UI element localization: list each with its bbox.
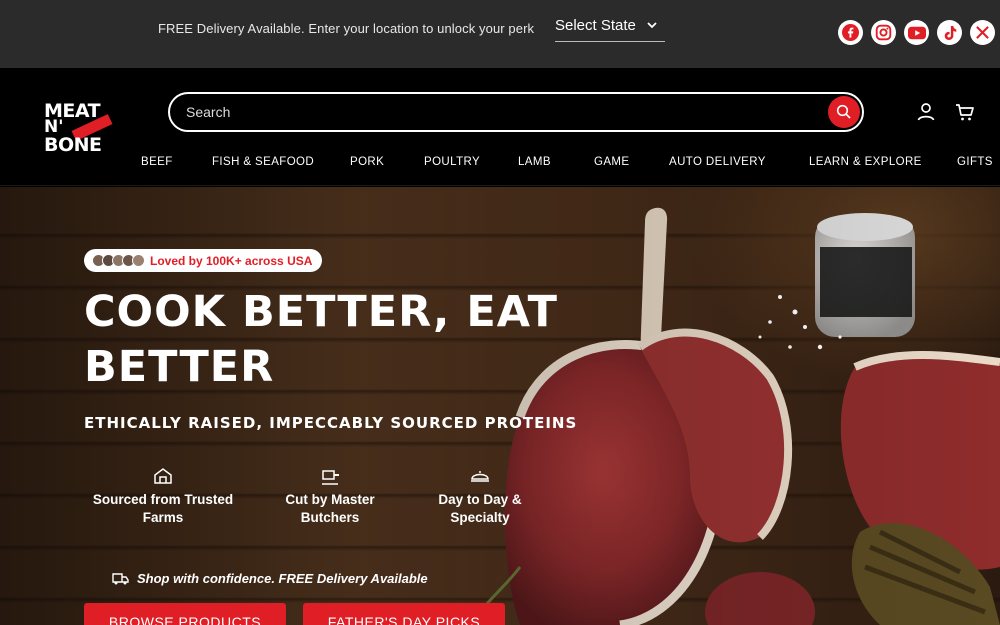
avatar-group xyxy=(92,254,145,267)
feature-butchers: Cut by Master Butchers xyxy=(275,465,385,527)
search-input[interactable] xyxy=(186,102,806,122)
truck-icon xyxy=(112,572,129,584)
nav-item-beef[interactable]: BEEF xyxy=(141,156,173,168)
nav-item-learn-explore[interactable]: LEARN & EXPLORE xyxy=(809,156,922,168)
x-icon[interactable] xyxy=(970,20,995,45)
nav-item-pork[interactable]: PORK xyxy=(350,156,384,168)
search-icon xyxy=(836,104,851,119)
feature-specialty: Day to Day & Specialty xyxy=(425,465,535,527)
feature-label: Cut by Master Butchers xyxy=(285,492,375,525)
nav-item-lamb[interactable]: LAMB xyxy=(518,156,551,168)
hero-subtitle: ETHICALLY RAISED, IMPECCABLY SOURCED PRO… xyxy=(84,414,578,432)
facebook-icon[interactable] xyxy=(838,20,863,45)
youtube-icon[interactable] xyxy=(904,20,929,45)
delivery-confidence: Shop with confidence. FREE Delivery Avai… xyxy=(112,571,428,586)
user-icon[interactable] xyxy=(915,101,937,123)
search-button[interactable] xyxy=(828,96,860,128)
badge-text: Loved by 100K+ across USA xyxy=(150,253,313,268)
social-links xyxy=(838,20,995,45)
promo-text: FREE Delivery Available. Enter your loca… xyxy=(158,21,535,36)
avatar xyxy=(132,254,145,267)
nav-item-game[interactable]: GAME xyxy=(594,156,629,168)
nav-item-fish-seafood[interactable]: FISH & SEAFOOD xyxy=(212,156,314,168)
search-bar xyxy=(168,92,864,132)
feature-label: Sourced from Trusted Farms xyxy=(92,492,234,525)
dish-icon xyxy=(471,471,489,482)
logo[interactable]: MEAT N' BONE xyxy=(44,102,116,156)
main-nav: BEEF FISH & SEAFOOD PORK POULTRY LAMB GA… xyxy=(0,156,1000,176)
nav-item-gifts[interactable]: GIFTS xyxy=(957,156,993,168)
site-header: MEAT N' BONE BEEF FISH & SEAFOOD PORK PO… xyxy=(0,68,1000,186)
farm-icon xyxy=(154,468,172,484)
tiktok-icon[interactable] xyxy=(937,20,962,45)
logo-line-3: BONE xyxy=(44,134,102,156)
cleaver-icon xyxy=(322,470,339,485)
cart-icon[interactable] xyxy=(954,101,976,123)
feature-farms: Sourced from Trusted Farms xyxy=(84,465,242,527)
nav-item-poultry[interactable]: POULTRY xyxy=(424,156,480,168)
confidence-text: Shop with confidence. FREE Delivery Avai… xyxy=(137,571,428,586)
hero-banner: Loved by 100K+ across USA COOK BETTER, E… xyxy=(0,187,1000,625)
fathers-day-picks-button[interactable]: FATHER'S DAY PICKS xyxy=(303,603,505,625)
chevron-down-icon xyxy=(647,22,657,29)
state-select[interactable]: Select State xyxy=(555,17,665,42)
state-select-label: Select State xyxy=(555,17,636,34)
social-proof-badge: Loved by 100K+ across USA xyxy=(84,249,323,272)
instagram-icon[interactable] xyxy=(871,20,896,45)
browse-products-button[interactable]: BROWSE PRODUCTS xyxy=(84,603,286,625)
feature-label: Day to Day & Specialty xyxy=(438,492,522,525)
hero-title: COOK BETTER, EAT BETTER xyxy=(84,287,558,392)
nav-item-auto-delivery[interactable]: AUTO DELIVERY xyxy=(669,156,766,168)
announcement-bar: FREE Delivery Available. Enter your loca… xyxy=(0,0,1000,68)
